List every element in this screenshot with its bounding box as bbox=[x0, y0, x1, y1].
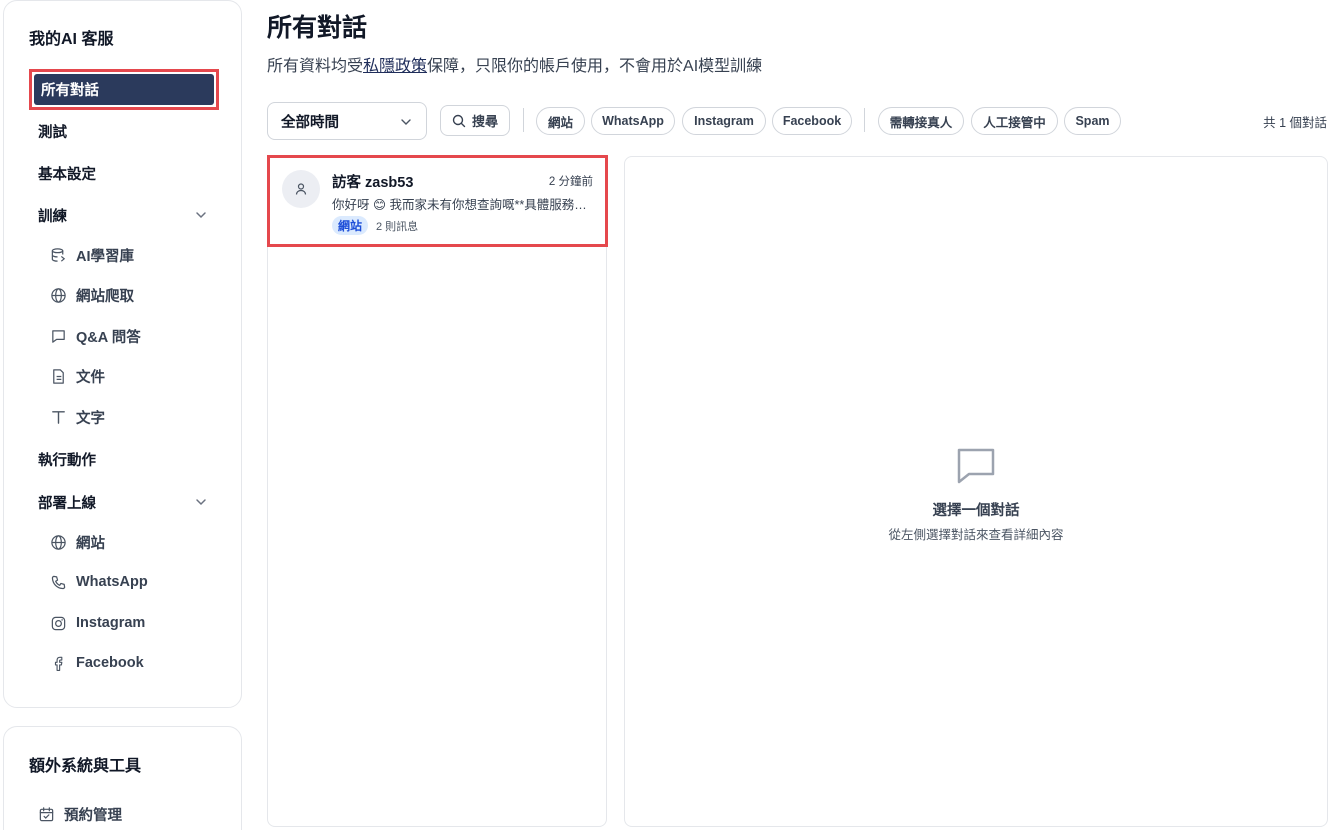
subtitle-text-before: 所有資料均受 bbox=[267, 58, 364, 75]
calendar-icon bbox=[39, 806, 54, 821]
sidebar-item-booking[interactable]: 預約管理 bbox=[38, 800, 122, 828]
channel-badge: 網站 bbox=[332, 216, 369, 235]
sidebar-item-deploy-instagram[interactable]: Instagram bbox=[50, 609, 145, 637]
sidebar-item-label: AI學習庫 bbox=[76, 248, 134, 265]
total-count: 共 1 個對話 bbox=[1263, 116, 1327, 130]
sidebar-item-all-conversations[interactable]: 所有對話 bbox=[34, 74, 214, 105]
sidebar-item-deploy-facebook[interactable]: Facebook bbox=[50, 649, 144, 677]
phone-icon bbox=[51, 575, 66, 589]
page-title: 所有對話 bbox=[267, 14, 368, 42]
sidebar-item-deploy-whatsapp[interactable]: WhatsApp bbox=[50, 568, 148, 596]
privacy-policy-link[interactable]: 私隱政策 bbox=[363, 58, 427, 75]
sidebar-item-label: 部署上線 bbox=[38, 495, 96, 512]
text-icon bbox=[52, 410, 65, 424]
sidebar-item-label: Q&A 問答 bbox=[76, 329, 141, 346]
sidebar-item-web-crawl[interactable]: 網站爬取 bbox=[50, 281, 134, 309]
conversation-preview: 你好呀 😊 我而家未有你想查詢嘅**具體服務資料**，可以講多少少你想了解嘅內容… bbox=[332, 198, 594, 212]
filter-chip-instagram[interactable]: Instagram bbox=[682, 107, 766, 135]
sidebar-item-qa[interactable]: Q&A 問答 bbox=[50, 322, 141, 350]
sidebar-item-deploy[interactable]: 部署上線 bbox=[38, 487, 208, 517]
conversation-time: 2 分鐘前 bbox=[548, 176, 593, 188]
empty-state-title: 選擇一個對話 bbox=[932, 503, 1020, 519]
subtitle-text-after: 保障，只限你的帳戶使用，不會用於AI模型訓練 bbox=[427, 58, 763, 75]
sidebar-item-label: 網站 bbox=[76, 535, 105, 552]
chat-bubble-icon bbox=[52, 329, 65, 343]
chat-bubble-icon bbox=[957, 448, 995, 484]
document-icon bbox=[53, 368, 64, 384]
sidebar-item-label: Facebook bbox=[76, 655, 144, 671]
filter-chip-website[interactable]: 網站 bbox=[536, 107, 585, 135]
time-range-select[interactable]: 全部時間 bbox=[267, 102, 427, 140]
tools-title: 額外系統與工具 bbox=[29, 758, 142, 775]
globe-icon bbox=[51, 287, 66, 303]
filter-chip-human-takeover[interactable]: 人工接管中 bbox=[971, 107, 1058, 135]
chevron-down-icon bbox=[401, 119, 411, 125]
user-icon bbox=[295, 183, 307, 195]
message-count: 2 則訊息 bbox=[376, 221, 419, 233]
sidebar-item-basic-settings[interactable]: 基本設定 bbox=[38, 158, 208, 188]
time-range-value: 全部時間 bbox=[281, 114, 339, 131]
sidebar-item-all-conversations-highlight: 所有對話 bbox=[29, 69, 219, 110]
filter-divider bbox=[523, 108, 524, 132]
sidebar-item-label: 網站爬取 bbox=[76, 288, 134, 305]
chevron-down-icon[interactable] bbox=[194, 208, 208, 222]
filter-chip-needs-human[interactable]: 需轉接真人 bbox=[878, 107, 964, 135]
sidebar-item-knowledge-base[interactable]: AI學習庫 bbox=[50, 241, 134, 269]
sidebar-item-training[interactable]: 訓練 bbox=[38, 200, 208, 230]
conversation-item[interactable]: 訪客 zasb53 2 分鐘前 你好呀 😊 我而家未有你想查詢嘅**具體服務資料… bbox=[267, 155, 608, 247]
sidebar-item-label: 預約管理 bbox=[64, 807, 122, 824]
conversation-name: 訪客 zasb53 bbox=[332, 175, 414, 191]
conversation-detail-panel bbox=[624, 156, 1328, 827]
sidebar-item-label: 文字 bbox=[76, 410, 105, 427]
empty-state-subtitle: 從左側選擇對話來查看詳細內容 bbox=[888, 528, 1064, 542]
sidebar-item-label: Instagram bbox=[76, 615, 146, 631]
instagram-icon bbox=[51, 616, 66, 630]
sidebar-item-text[interactable]: 文字 bbox=[50, 403, 105, 431]
search-label: 搜尋 bbox=[471, 114, 498, 129]
sidebar-item-actions[interactable]: 執行動作 bbox=[38, 444, 208, 474]
database-icon bbox=[51, 247, 66, 262]
sidebar-item-label: WhatsApp bbox=[76, 574, 148, 590]
avatar bbox=[282, 170, 320, 208]
sidebar-item-label: 文件 bbox=[76, 369, 105, 386]
sidebar-item-test[interactable]: 測試 bbox=[38, 116, 208, 146]
sidebar-item-files[interactable]: 文件 bbox=[50, 362, 105, 390]
search-button[interactable]: 搜尋 bbox=[440, 105, 510, 136]
sidebar-item-label: 訓練 bbox=[38, 208, 67, 225]
page-subtitle: 所有資料均受私隱政策保障，只限你的帳戶使用，不會用於AI模型訓練 bbox=[267, 52, 762, 76]
sidebar-title: 我的AI 客服 bbox=[29, 31, 114, 48]
conversation-list bbox=[267, 156, 607, 827]
filter-chip-spam[interactable]: Spam bbox=[1064, 107, 1121, 135]
search-icon bbox=[452, 114, 466, 127]
sidebar-item-label: 執行動作 bbox=[38, 452, 96, 469]
sidebar-item-label: 基本設定 bbox=[38, 166, 96, 183]
filter-divider bbox=[864, 108, 865, 132]
sidebar-item-deploy-website[interactable]: 網站 bbox=[50, 528, 105, 556]
facebook-icon bbox=[54, 656, 63, 671]
chevron-down-icon[interactable] bbox=[194, 495, 208, 509]
sidebar-item-label: 測試 bbox=[38, 124, 67, 141]
filter-chip-facebook[interactable]: Facebook bbox=[772, 107, 852, 135]
globe-icon bbox=[51, 534, 66, 550]
filter-chip-whatsapp[interactable]: WhatsApp bbox=[591, 107, 675, 135]
